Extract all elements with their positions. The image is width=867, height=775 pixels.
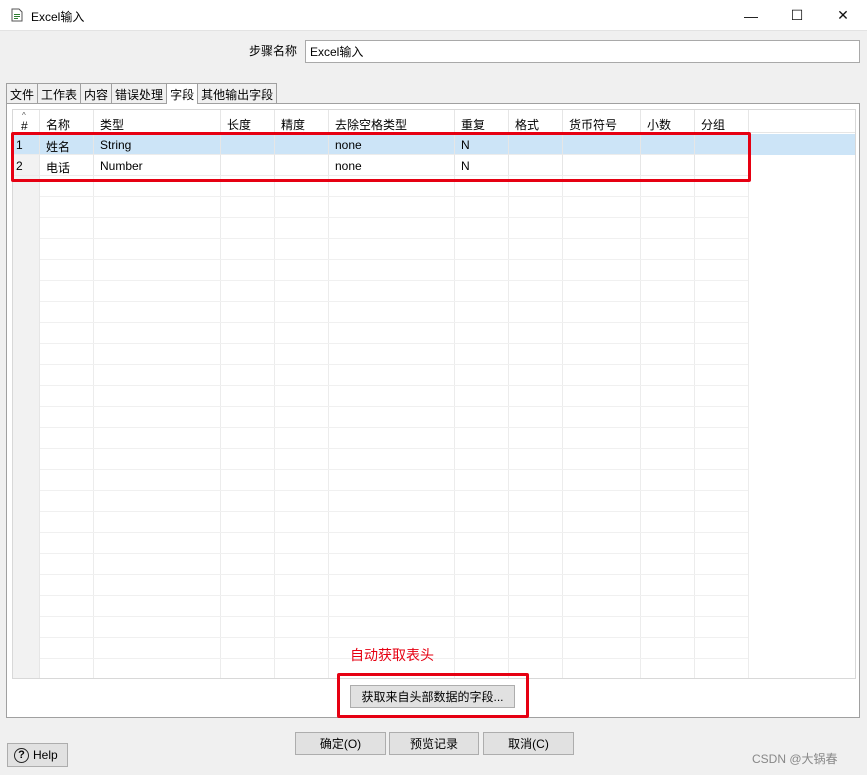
column-header-length[interactable]: 长度 (221, 110, 275, 133)
step-name-label: 步骤名称 (249, 44, 298, 58)
get-fields-from-header-button[interactable]: 获取来自头部数据的字段... (350, 685, 515, 708)
title-bar: Excel输入 — ☐ ✕ (0, 0, 867, 31)
preview-records-button[interactable]: 预览记录 (389, 732, 479, 755)
rows-highlight-box (11, 132, 751, 182)
step-name-input[interactable] (305, 40, 860, 63)
column-header-group[interactable]: 分组 (695, 110, 749, 133)
table-header: ^ # 名称 类型 长度 精度 去除空格类型 重复 格式 货币符号 小数 分组 (13, 110, 855, 133)
document-icon (11, 8, 23, 22)
column-header-type[interactable]: 类型 (94, 110, 221, 133)
tab-additional-output-fields[interactable]: 其他输出字段 (197, 83, 278, 103)
fields-panel: ^ # 名称 类型 长度 精度 去除空格类型 重复 格式 货币符号 小数 分组 (6, 103, 860, 718)
help-button[interactable]: ? Help (7, 743, 68, 767)
tab-error-handling[interactable]: 错误处理 (111, 83, 168, 103)
watermark: CSDN @大锅春 (752, 752, 838, 766)
close-button[interactable]: ✕ (820, 0, 866, 31)
annotation-text: 自动获取表头 (350, 647, 434, 663)
row-number-column (13, 133, 40, 678)
fields-table[interactable]: ^ # 名称 类型 长度 精度 去除空格类型 重复 格式 货币符号 小数 分组 (12, 109, 856, 679)
sort-icon: ^ (22, 111, 26, 120)
tab-bar: 文件 工作表 内容 错误处理 字段 其他输出字段 (6, 83, 278, 104)
help-icon: ? (14, 747, 29, 763)
column-header-index[interactable]: ^ # (13, 110, 40, 133)
cancel-button[interactable]: 取消(C) (483, 732, 574, 755)
column-header-repeat[interactable]: 重复 (455, 110, 509, 133)
ok-button[interactable]: 确定(O) (295, 732, 386, 755)
column-header-name[interactable]: 名称 (40, 110, 94, 133)
window-title: Excel输入 (31, 10, 85, 24)
tab-fields[interactable]: 字段 (166, 83, 199, 104)
column-header-precision[interactable]: 精度 (275, 110, 329, 133)
tab-content[interactable]: 内容 (80, 83, 113, 103)
column-header-decimal[interactable]: 小数 (641, 110, 695, 133)
minimize-button[interactable]: — (728, 0, 774, 31)
column-header-currency[interactable]: 货币符号 (563, 110, 641, 133)
tab-sheets[interactable]: 工作表 (37, 83, 82, 103)
help-label: Help (33, 748, 58, 762)
column-header-trim-type[interactable]: 去除空格类型 (329, 110, 455, 133)
maximize-button[interactable]: ☐ (774, 0, 820, 31)
tab-file[interactable]: 文件 (6, 83, 39, 103)
column-header-format[interactable]: 格式 (509, 110, 563, 133)
